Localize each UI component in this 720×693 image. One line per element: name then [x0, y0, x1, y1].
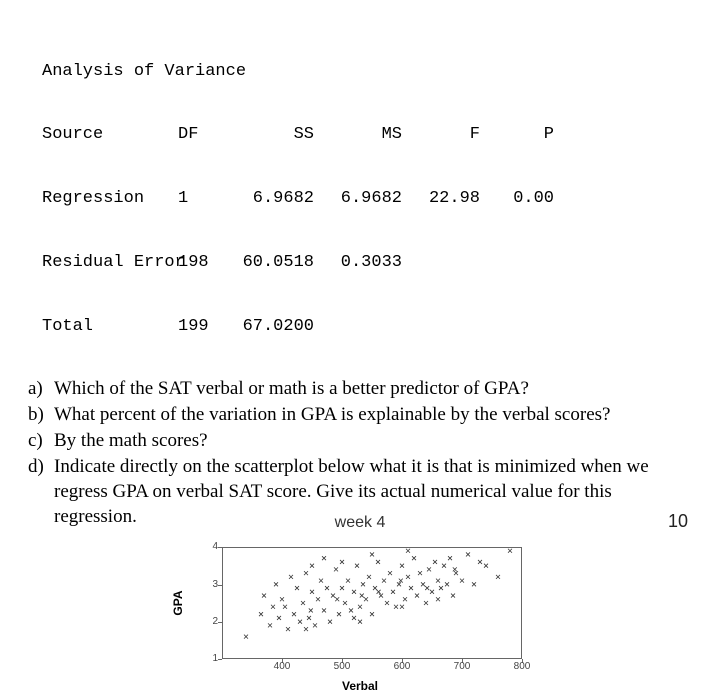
hdr-ss: SS: [232, 124, 326, 145]
xtick-label: 500: [334, 661, 351, 672]
anova-row-residual: Residual Error19860.05180.3033: [42, 252, 692, 273]
question-c: c) By the math scores?: [28, 428, 692, 453]
scatterplot: GPA Verbal 1234400500600700800: [180, 543, 540, 691]
footer-page: 10: [668, 511, 688, 532]
cell-p: 0.00: [494, 188, 564, 209]
xtick-label: 600: [394, 661, 411, 672]
cell-source: Regression: [42, 188, 178, 209]
footer-week: week 4: [335, 514, 386, 532]
hdr-p: P: [494, 124, 564, 145]
cell-f: 22.98: [414, 188, 494, 209]
question-a: a) Which of the SAT verbal or math is a …: [28, 376, 692, 401]
ytick-label: 3: [212, 579, 218, 590]
anova-row-total: Total19967.0200: [42, 316, 692, 337]
q-label: c): [28, 428, 54, 453]
xtick-label: 400: [274, 661, 291, 672]
cell-df: 1: [178, 188, 232, 209]
cell-f: [414, 252, 494, 273]
ytick-label: 2: [212, 616, 218, 627]
q-label: a): [28, 376, 54, 401]
hdr-df: DF: [178, 124, 232, 145]
anova-row-regression: Regression16.96826.968222.980.00: [42, 188, 692, 209]
xtick-label: 700: [454, 661, 471, 672]
question-list: a) Which of the SAT verbal or math is a …: [28, 376, 692, 529]
cell-ss: 6.9682: [232, 188, 326, 209]
cell-ms: [326, 316, 414, 337]
question-b: b) What percent of the variation in GPA …: [28, 402, 692, 427]
cell-df: 198: [178, 252, 232, 273]
anova-header-row: SourceDFSSMSFP: [42, 124, 692, 145]
cell-ms: 6.9682: [326, 188, 414, 209]
q-text: By the math scores?: [54, 428, 692, 453]
cell-ss: 67.0200: [232, 316, 326, 337]
q-label: d): [28, 454, 54, 529]
cell-df: 199: [178, 316, 232, 337]
cell-source: Residual Error: [42, 252, 178, 273]
cell-source: Total: [42, 316, 178, 337]
cell-ms: 0.3033: [326, 252, 414, 273]
ytick-label: 4: [212, 541, 218, 552]
anova-title: Analysis of Variance: [42, 61, 692, 82]
q-text: What percent of the variation in GPA is …: [54, 402, 692, 427]
q-label: b): [28, 402, 54, 427]
x-axis-label: Verbal: [342, 679, 378, 693]
hdr-source: Source: [42, 124, 178, 145]
y-axis-label: GPA: [171, 591, 185, 616]
scatter-points: [222, 547, 522, 659]
q-text: Which of the SAT verbal or math is a bet…: [54, 376, 692, 401]
anova-table: Analysis of Variance SourceDFSSMSFP Regr…: [42, 18, 692, 358]
ytick-label: 1: [212, 653, 218, 664]
hdr-f: F: [414, 124, 494, 145]
cell-ss: 60.0518: [232, 252, 326, 273]
cell-f: [414, 316, 494, 337]
cell-p: [494, 316, 564, 337]
xtick-label: 800: [514, 661, 531, 672]
cell-p: [494, 252, 564, 273]
hdr-ms: MS: [326, 124, 414, 145]
